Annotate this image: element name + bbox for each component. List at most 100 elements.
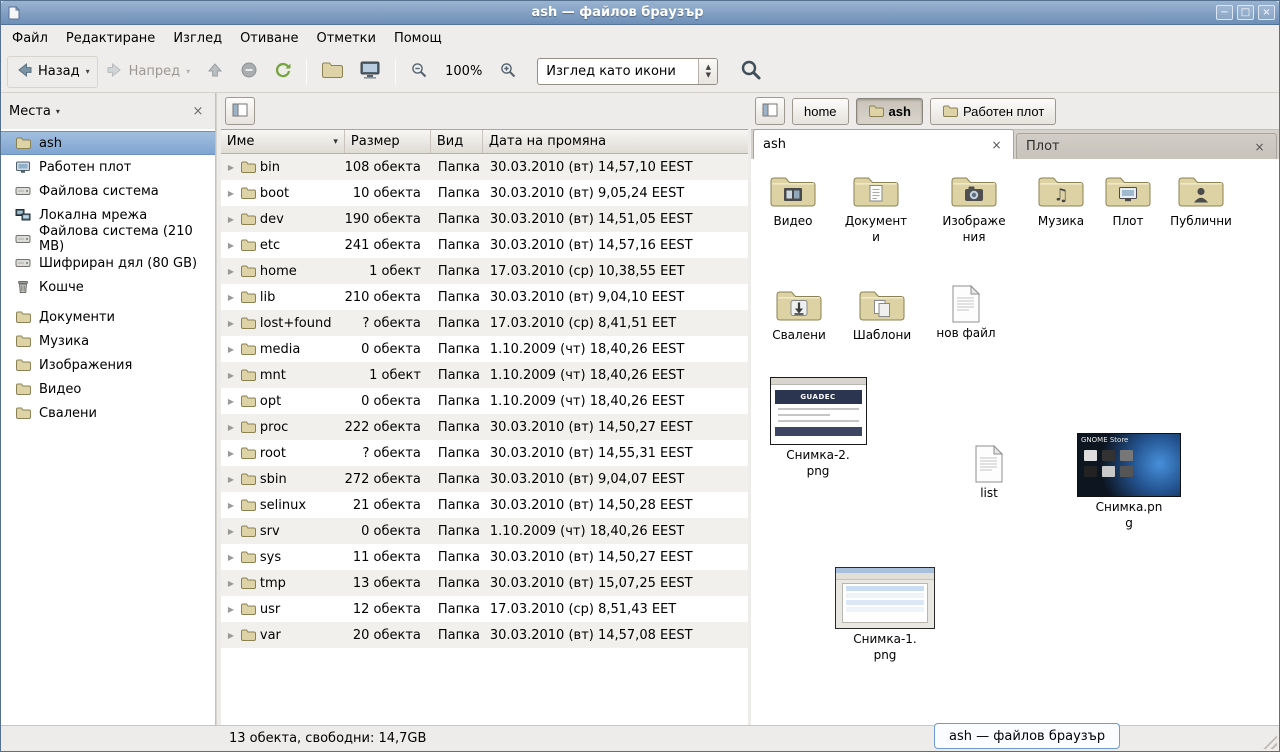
back-button[interactable]: Назад ▾	[7, 56, 98, 88]
sidebar-item-8[interactable]: Музика	[1, 329, 215, 353]
table-row[interactable]: ▶bin108 обектаПапка30.03.2010 (вт) 14,57…	[221, 154, 748, 180]
sidebar-item-5[interactable]: Шифриран дял (80 GB)	[1, 251, 215, 275]
forward-button[interactable]: Напред ▾	[98, 56, 199, 88]
table-row[interactable]: ▶sbin272 обектаПапка30.03.2010 (вт) 9,04…	[221, 466, 748, 492]
table-row[interactable]: ▶media0 обектаПапка1.10.2009 (чт) 18,40,…	[221, 336, 748, 362]
minimize-button[interactable]: −	[1216, 5, 1233, 20]
expander-icon[interactable]: ▶	[226, 449, 236, 458]
view-mode-select[interactable]: Изглед като икони ▲▼	[537, 58, 718, 85]
expander-icon[interactable]: ▶	[226, 397, 236, 406]
icon-view-item-10[interactable]: list	[944, 445, 1034, 502]
titlebar[interactable]: ash — файлов браузър − □ ×	[1, 1, 1279, 25]
sidebar-item-2[interactable]: Файлова система	[1, 179, 215, 203]
tab-0[interactable]: ash×	[753, 129, 1014, 159]
table-row[interactable]: ▶usr12 обектаПапка17.03.2010 (ср) 8,51,4…	[221, 596, 748, 622]
expander-icon[interactable]: ▶	[226, 501, 236, 510]
icon-view-item-11[interactable]: GNOME StoreСнимка.png	[1084, 433, 1174, 531]
expander-icon[interactable]: ▶	[226, 241, 236, 250]
tab-close-icon[interactable]: ×	[1252, 139, 1267, 154]
reload-button[interactable]	[266, 56, 300, 88]
icon-view-item-6[interactable]: Свалени	[754, 287, 844, 344]
table-row[interactable]: ▶opt0 обектаПапка1.10.2009 (чт) 18,40,26…	[221, 388, 748, 414]
menu-item-1[interactable]: Редактиране	[57, 27, 164, 50]
sidebar-item-1[interactable]: Работен плот	[1, 155, 215, 179]
expander-icon[interactable]: ▶	[226, 319, 236, 328]
computer-button[interactable]	[351, 56, 389, 88]
expander-icon[interactable]: ▶	[226, 475, 236, 484]
up-button[interactable]	[198, 56, 232, 88]
icon-view-item-8[interactable]: нов файл	[921, 285, 1011, 342]
expander-icon[interactable]: ▶	[226, 215, 236, 224]
icon-view-item-0[interactable]: Видео	[751, 173, 838, 230]
breadcrumb-button-2[interactable]: Работен плот	[930, 98, 1056, 125]
table-row[interactable]: ▶lib210 обектаПапка30.03.2010 (вт) 9,04,…	[221, 284, 748, 310]
expander-icon[interactable]: ▶	[226, 371, 236, 380]
places-close-icon[interactable]: ×	[189, 102, 207, 120]
icon-view-item-1[interactable]: Документи	[831, 173, 921, 245]
expander-icon[interactable]: ▶	[226, 527, 236, 536]
sidebar-item-4[interactable]: Файлова система (210 MB)	[1, 227, 215, 251]
menu-item-2[interactable]: Изглед	[164, 27, 231, 50]
tab-1[interactable]: Плот×	[1016, 133, 1277, 159]
expander-icon[interactable]: ▶	[226, 345, 236, 354]
zoom-in-button[interactable]	[491, 56, 525, 88]
breadcrumb-button-0[interactable]: home	[792, 98, 849, 125]
maximize-button[interactable]: □	[1237, 5, 1254, 20]
column-header-1[interactable]: Размер	[345, 130, 431, 153]
table-row[interactable]: ▶root? обектаПапка30.03.2010 (вт) 14,55,…	[221, 440, 748, 466]
expander-icon[interactable]: ▶	[226, 553, 236, 562]
expander-icon[interactable]: ▶	[226, 631, 236, 640]
icon-view-item-2[interactable]: Изображения	[929, 173, 1019, 245]
table-row[interactable]: ▶dev190 обектаПапка30.03.2010 (вт) 14,51…	[221, 206, 748, 232]
table-row[interactable]: ▶proc222 обектаПапка30.03.2010 (вт) 14,5…	[221, 414, 748, 440]
icon-view-item-7[interactable]: Шаблони	[837, 287, 927, 344]
resize-grip[interactable]	[1263, 735, 1277, 749]
table-row[interactable]: ▶mnt1 обектПапка1.10.2009 (чт) 18,40,26 …	[221, 362, 748, 388]
location-toggle-button[interactable]	[225, 97, 255, 125]
table-row[interactable]: ▶boot10 обектаПапка30.03.2010 (вт) 9,05,…	[221, 180, 748, 206]
forward-dropdown-icon[interactable]: ▾	[186, 67, 190, 76]
table-row[interactable]: ▶home1 обектПапка17.03.2010 (ср) 10,38,5…	[221, 258, 748, 284]
expander-icon[interactable]: ▶	[226, 605, 236, 614]
sidebar-item-6[interactable]: Кошче	[1, 275, 215, 299]
sidebar-item-9[interactable]: Изображения	[1, 353, 215, 377]
icon-view-item-5[interactable]: Публични	[1156, 173, 1246, 230]
table-row[interactable]: ▶var20 обектаПапка30.03.2010 (вт) 14,57,…	[221, 622, 748, 648]
expander-icon[interactable]: ▶	[226, 163, 236, 172]
menu-item-4[interactable]: Отметки	[307, 27, 384, 50]
table-row[interactable]: ▶sys11 обектаПапка30.03.2010 (вт) 14,50,…	[221, 544, 748, 570]
table-row[interactable]: ▶tmp13 обектаПапка30.03.2010 (вт) 15,07,…	[221, 570, 748, 596]
sidebar-item-7[interactable]: Документи	[1, 305, 215, 329]
location-toggle-button[interactable]	[755, 97, 785, 125]
stop-button[interactable]	[232, 56, 266, 88]
search-button[interactable]	[732, 56, 770, 88]
column-header-0[interactable]: Име▾	[221, 130, 345, 153]
table-row[interactable]: ▶selinux21 обектаПапка30.03.2010 (вт) 14…	[221, 492, 748, 518]
expander-icon[interactable]: ▶	[226, 267, 236, 276]
expander-icon[interactable]: ▶	[226, 189, 236, 198]
table-row[interactable]: ▶etc241 обектаПапка30.03.2010 (вт) 14,57…	[221, 232, 748, 258]
zoom-out-button[interactable]	[402, 56, 436, 88]
menu-item-0[interactable]: Файл	[3, 27, 57, 50]
sidebar-item-11[interactable]: Свалени	[1, 401, 215, 425]
combo-spinner-icon[interactable]: ▲▼	[698, 59, 717, 84]
places-mode-dropdown-icon[interactable]: ▾	[56, 107, 60, 116]
menu-item-5[interactable]: Помощ	[385, 27, 451, 50]
home-folder-button[interactable]	[313, 56, 351, 88]
table-row[interactable]: ▶lost+found? обектаПапка17.03.2010 (ср) …	[221, 310, 748, 336]
menu-item-3[interactable]: Отиване	[231, 27, 307, 50]
back-dropdown-icon[interactable]: ▾	[86, 67, 90, 76]
icon-view[interactable]: ВидеоДокументиИзображения♫МузикаПлотПубл…	[751, 159, 1279, 725]
icon-view-item-9[interactable]: GUADECСнимка-2.png	[773, 377, 863, 479]
close-button[interactable]: ×	[1258, 5, 1275, 20]
expander-icon[interactable]: ▶	[226, 423, 236, 432]
tab-close-icon[interactable]: ×	[989, 137, 1004, 152]
expander-icon[interactable]: ▶	[226, 579, 236, 588]
column-header-2[interactable]: Вид	[431, 130, 483, 153]
breadcrumb-button-1[interactable]: ash	[856, 98, 923, 125]
sidebar-item-0[interactable]: ash	[1, 131, 215, 155]
column-header-3[interactable]: Дата на промяна	[483, 130, 748, 153]
expander-icon[interactable]: ▶	[226, 293, 236, 302]
table-row[interactable]: ▶srv0 обектаПапка1.10.2009 (чт) 18,40,26…	[221, 518, 748, 544]
icon-view-item-12[interactable]: Снимка-1.png	[840, 567, 930, 663]
